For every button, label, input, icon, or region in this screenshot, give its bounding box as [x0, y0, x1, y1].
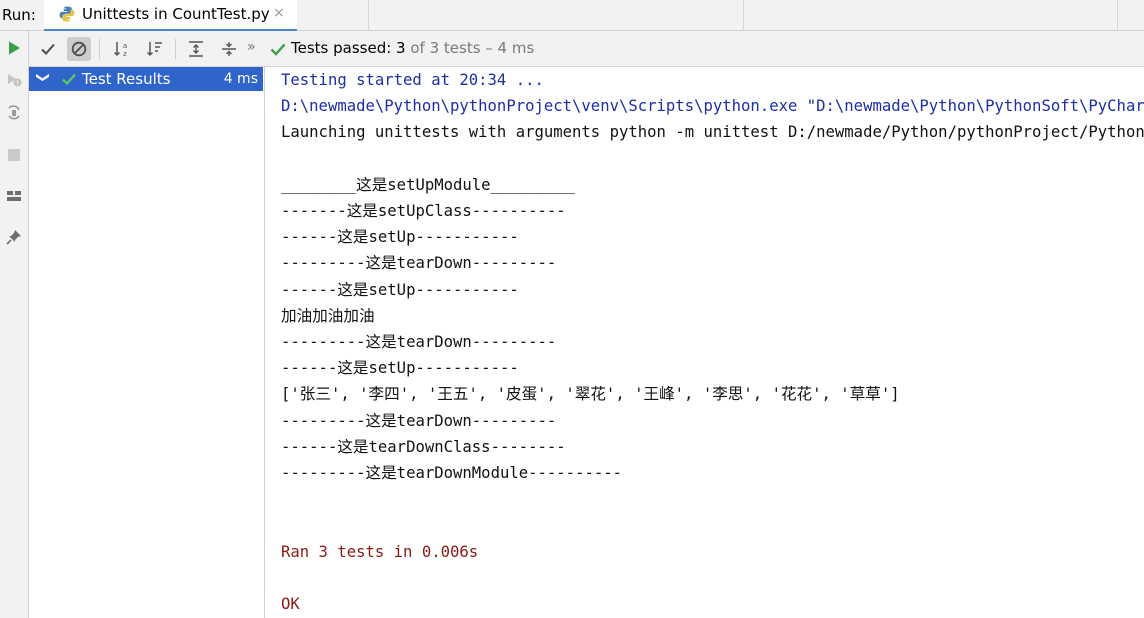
console-line: ------这是tearDownClass--------: [281, 437, 566, 456]
run-label: Run:: [2, 6, 36, 24]
more-icon[interactable]: »: [247, 39, 256, 55]
sort-duration-icon[interactable]: [143, 37, 167, 61]
console-line: ['张三', '李四', '王五', '皮蛋', '翠花', '王峰', '李思…: [281, 385, 900, 404]
chevron-down-icon[interactable]: ❯: [35, 72, 50, 83]
console-line: Ran 3 tests in 0.006s: [281, 542, 479, 561]
status-rest: of 3 tests – 4 ms: [405, 39, 535, 57]
console-line: ________这是setUpModule_________: [281, 175, 576, 194]
console-line: D:\newmade\Python\pythonProject\venv\Scr…: [281, 97, 1144, 116]
tab-divider: [743, 0, 744, 30]
svg-text:a: a: [123, 42, 127, 50]
stop-icon[interactable]: [2, 143, 26, 167]
console-line: OK: [281, 595, 300, 613]
tab-title: Unittests in CountTest.py: [82, 5, 270, 23]
status-passed-count: 3: [396, 39, 406, 57]
left-toolbar: !: [0, 31, 29, 618]
console-line: Testing started at 20:34 ...: [281, 71, 544, 89]
svg-text:!: !: [16, 79, 19, 87]
svg-text:z: z: [123, 50, 127, 58]
test-toolbar: az » Tests passed: 3 of 3 tests – 4 ms: [29, 31, 1144, 67]
test-status: Tests passed: 3 of 3 tests – 4 ms: [291, 39, 534, 57]
toolbar-divider: [99, 39, 100, 59]
layout-icon[interactable]: [2, 184, 26, 208]
toolbar-divider: [175, 39, 176, 59]
console-line: ------这是setUp-----------: [281, 359, 519, 378]
console-line: ---------这是tearDown---------: [281, 333, 557, 351]
tab-divider: [368, 0, 369, 30]
collapse-all-icon[interactable]: [217, 37, 241, 61]
console-line: ---------这是tearDownModule----------: [281, 464, 622, 482]
passed-check-icon: [61, 71, 77, 87]
run-tab[interactable]: Unittests in CountTest.py ×: [44, 0, 297, 32]
console-line: ------这是setUp-----------: [281, 280, 519, 299]
console-line: 加油加油加油: [281, 306, 375, 325]
pin-icon[interactable]: [2, 225, 26, 249]
console-line: ------这是setUp-----------: [281, 228, 519, 247]
run-tool-window-header: Run: Unittests in CountTest.py ×: [0, 0, 1144, 32]
console-line: Launching unittests with arguments pytho…: [281, 123, 1144, 142]
rerun-icon[interactable]: [2, 36, 26, 60]
python-icon: [58, 5, 76, 23]
tree-item-test-results[interactable]: ❯ Test Results 4 ms: [29, 67, 263, 91]
tree-item-duration: 4 ms: [223, 71, 258, 87]
rerun-failed-icon[interactable]: !: [2, 68, 26, 92]
console-output[interactable]: Testing started at 20:34 ... D:\newmade\P…: [266, 67, 1144, 618]
status-prefix: Tests passed:: [291, 39, 397, 57]
show-passed-icon[interactable]: [36, 37, 60, 61]
console-line: ---------这是tearDown---------: [281, 411, 557, 430]
console-line: -------这是setUpClass----------: [281, 202, 566, 220]
tab-divider: [1117, 0, 1118, 30]
test-results-tree: ❯ Test Results 4 ms: [29, 67, 265, 618]
show-ignored-icon[interactable]: [67, 37, 91, 61]
sort-alpha-icon[interactable]: az: [110, 37, 134, 61]
check-icon: [269, 40, 287, 58]
console-line: ---------这是tearDown---------: [281, 254, 557, 273]
tree-item-label: Test Results: [82, 70, 171, 88]
expand-all-icon[interactable]: [184, 37, 208, 61]
toggle-autotest-icon[interactable]: [2, 101, 26, 125]
close-icon[interactable]: ×: [273, 5, 285, 21]
